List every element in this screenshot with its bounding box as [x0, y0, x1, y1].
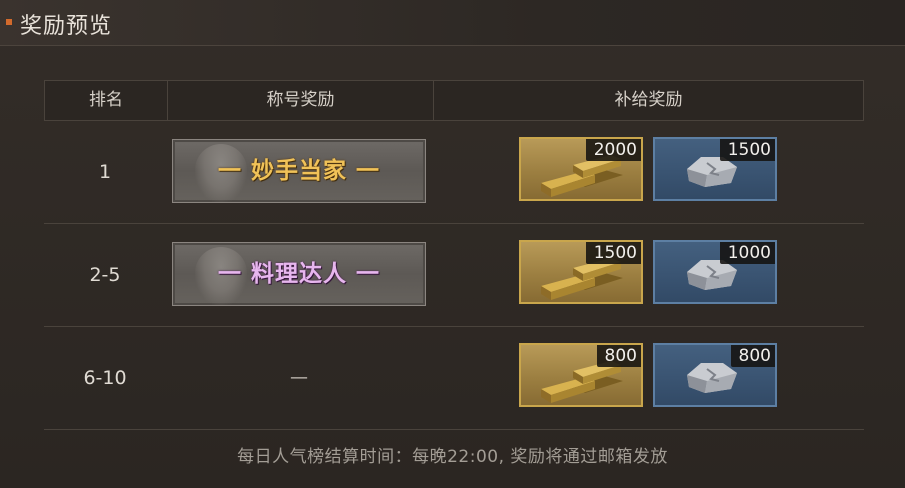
supply-item-gold[interactable]: 1500: [519, 240, 643, 304]
table-row: 1 一 妙手当家 一 2000 1500: [44, 121, 864, 224]
column-header-title-reward: 称号奖励: [266, 90, 335, 110]
title-reward-badge[interactable]: 一 妙手当家 一: [172, 139, 426, 203]
supply-item-silver[interactable]: 1500: [653, 137, 777, 201]
table-header: 排名 称号奖励 补给奖励: [44, 80, 864, 121]
page-title: 奖励预览: [20, 14, 113, 39]
panel-header: 奖励预览: [0, 0, 905, 46]
column-header-rank: 排名: [89, 90, 123, 110]
supply-item-silver[interactable]: 800: [653, 343, 777, 407]
item-quantity: 1500: [585, 242, 641, 264]
title-reward-text: 一 料理达人 一: [217, 261, 380, 287]
rank-label: 6-10: [83, 367, 127, 389]
title-reward-empty: —: [290, 367, 308, 388]
column-header-supply-reward: 补给奖励: [614, 90, 683, 110]
title-reward-badge[interactable]: 一 料理达人 一: [172, 242, 426, 306]
supply-item-silver[interactable]: 1000: [653, 240, 777, 304]
item-quantity: 800: [730, 345, 775, 367]
item-quantity: 2000: [585, 139, 641, 161]
item-quantity: 1000: [719, 242, 775, 264]
item-quantity: 800: [596, 345, 641, 367]
settlement-note: 每日人气榜结算时间：每晚22:00, 奖励将通过邮箱发放: [237, 447, 668, 467]
supply-item-gold[interactable]: 2000: [519, 137, 643, 201]
item-quantity: 1500: [719, 139, 775, 161]
rank-label: 2-5: [89, 264, 121, 286]
supply-item-gold[interactable]: 800: [519, 343, 643, 407]
reward-preview-panel: 奖励预览 排名 称号奖励 补给奖励 1 一 妙手当家 一 2000 1500 2…: [0, 0, 905, 488]
table-row: 6-10 — 800 800: [44, 327, 864, 430]
reward-table: 排名 称号奖励 补给奖励 1 一 妙手当家 一 2000 1500 2-5 一 …: [44, 80, 864, 432]
rank-label: 1: [98, 161, 112, 183]
title-reward-text: 一 妙手当家 一: [217, 158, 380, 184]
header-accent-marker: [6, 19, 12, 25]
table-row: 2-5 一 料理达人 一 1500 1000: [44, 224, 864, 327]
